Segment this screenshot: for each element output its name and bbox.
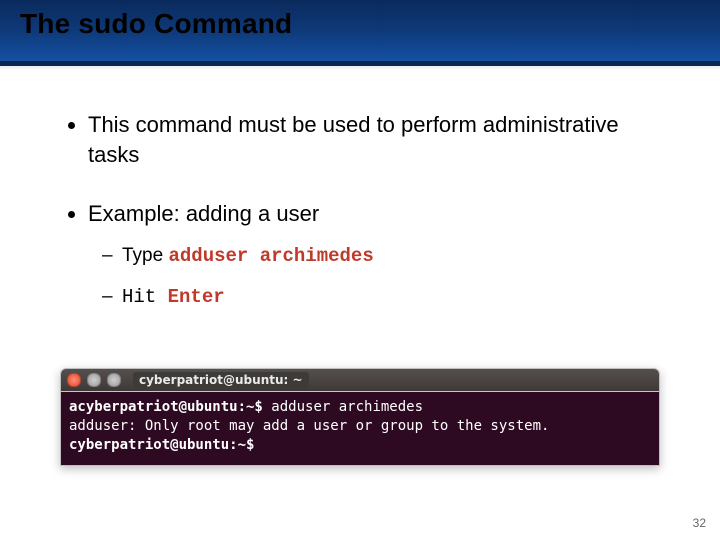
bullet-list: This command must be used to perform adm… [60, 110, 660, 310]
sub-bullet-2: Hit Enter [102, 284, 660, 311]
slide-title: The sudo Command [20, 8, 292, 40]
minimize-icon[interactable] [87, 373, 101, 387]
terminal-body[interactable]: acyberpatriot@ubuntu:~$ adduser archimed… [61, 392, 659, 465]
sub1-command: adduser archimedes [168, 245, 373, 267]
terminal-window-title: cyberpatriot@ubuntu: ~ [133, 372, 309, 388]
bullet-2-text: Example: adding a user [88, 201, 319, 226]
maximize-icon[interactable] [107, 373, 121, 387]
sub2-prefix: Hit [122, 286, 168, 308]
prompt-1: acyberpatriot@ubuntu:~$ [69, 399, 263, 415]
sub2-key: Enter [168, 286, 225, 308]
cmd-1: adduser archimedes [263, 399, 423, 415]
title-shadow [0, 64, 720, 70]
terminal-window: cyberpatriot@ubuntu: ~ acyberpatriot@ubu… [60, 368, 660, 466]
slide: The sudo Command This command must be us… [0, 0, 720, 540]
page-number: 32 [693, 516, 706, 530]
prompt-3: cyberpatriot@ubuntu:~$ [69, 437, 254, 453]
bullet-2: Example: adding a user Type adduser arch… [88, 199, 660, 310]
terminal-line-3: cyberpatriot@ubuntu:~$ [69, 436, 651, 455]
close-icon[interactable] [67, 373, 81, 387]
slide-body: This command must be used to perform adm… [60, 110, 660, 340]
terminal-titlebar: cyberpatriot@ubuntu: ~ [61, 369, 659, 392]
sub-bullet-list: Type adduser archimedes Hit Enter [102, 243, 660, 310]
sub-bullet-1: Type adduser archimedes [102, 243, 660, 270]
sub1-prefix: Type [122, 245, 168, 266]
terminal-line-1: acyberpatriot@ubuntu:~$ adduser archimed… [69, 398, 651, 417]
terminal-line-2: adduser: Only root may add a user or gro… [69, 417, 651, 436]
bullet-1: This command must be used to perform adm… [88, 110, 660, 169]
